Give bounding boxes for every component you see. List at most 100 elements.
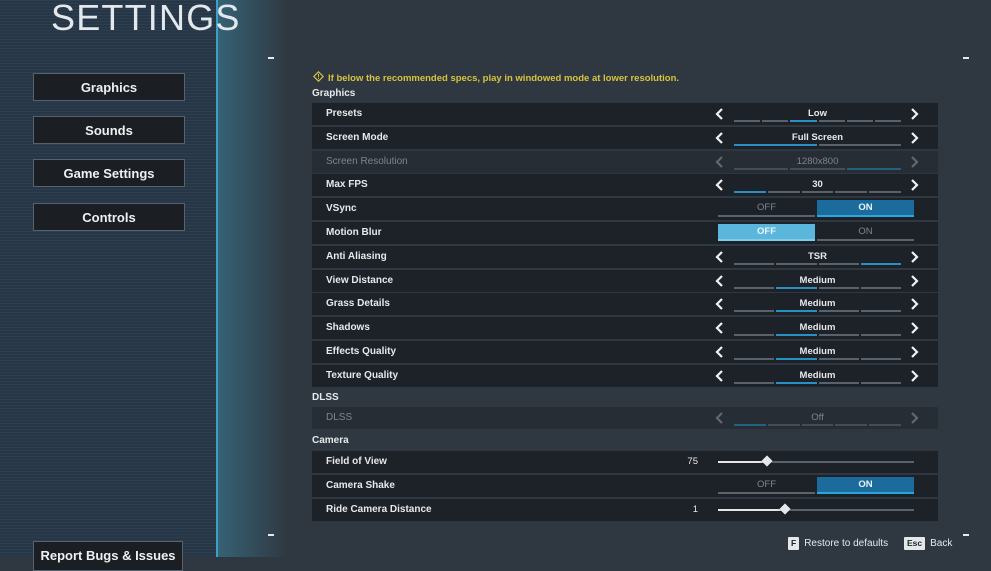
- option-segment: [767, 191, 800, 193]
- setting-row-texture-quality[interactable]: Texture Quality Medium: [312, 365, 938, 387]
- setting-row-screen-mode[interactable]: Screen Mode Full Screen: [312, 127, 938, 149]
- option-segment: [734, 168, 789, 170]
- corner-mark: [963, 534, 969, 536]
- chevron-left-icon[interactable]: [715, 321, 725, 335]
- chevron-left-icon[interactable]: [715, 250, 725, 264]
- toggle-off-button[interactable]: OFF: [718, 200, 815, 217]
- setting-row-grass-details[interactable]: Grass Details Medium: [312, 293, 938, 315]
- setting-row-dlss: DLSS Off: [312, 407, 938, 429]
- slider-handle[interactable]: [778, 503, 791, 515]
- option-segment: [874, 120, 902, 122]
- chevron-left-icon[interactable]: [715, 178, 725, 192]
- setting-label: View Distance: [326, 275, 394, 286]
- setting-label: Anti Aliasing: [326, 251, 387, 262]
- sidebar-item-sounds[interactable]: Sounds: [33, 116, 185, 144]
- option-segment: [790, 120, 817, 122]
- toggle-off-button[interactable]: OFF: [718, 224, 815, 241]
- option-segments: [734, 424, 901, 426]
- option-segment: [818, 263, 859, 265]
- fov-slider[interactable]: [718, 455, 914, 467]
- back-button[interactable]: Esc Back: [904, 537, 952, 550]
- option-segment: [818, 334, 859, 336]
- setting-label: Camera Shake: [326, 480, 395, 491]
- setting-row-max-fps[interactable]: Max FPS 30: [312, 174, 938, 196]
- ride-camera-distance-slider[interactable]: [718, 503, 914, 515]
- restore-defaults-button[interactable]: F Restore to defaults: [788, 537, 888, 550]
- setting-row-shadows[interactable]: Shadows Medium: [312, 317, 938, 339]
- setting-value: Medium: [799, 298, 836, 309]
- option-segment: [835, 191, 868, 193]
- setting-row-camera-shake: Camera Shake OFF ON: [312, 475, 938, 497]
- section-heading-graphics: Graphics: [312, 88, 356, 99]
- page-title: SETTINGS: [51, 0, 241, 38]
- slider-handle[interactable]: [761, 455, 773, 467]
- option-segment: [734, 191, 766, 193]
- option-segment: [762, 120, 789, 122]
- setting-label: Motion Blur: [326, 227, 382, 238]
- option-segment: [818, 120, 845, 122]
- chevron-left-icon[interactable]: [715, 297, 725, 311]
- chevron-right-icon: [909, 155, 919, 169]
- setting-value: Off: [811, 412, 824, 423]
- option-segment: [790, 168, 845, 170]
- option-segments: [734, 310, 901, 312]
- chevron-left-icon[interactable]: [715, 107, 725, 121]
- setting-label: Effects Quality: [326, 346, 397, 357]
- setting-row-anti-aliasing[interactable]: Anti Aliasing TSR: [312, 246, 938, 268]
- sidebar-item-game-settings[interactable]: Game Settings: [33, 159, 185, 187]
- chevron-right-icon[interactable]: [909, 369, 919, 383]
- back-label: Back: [930, 538, 953, 549]
- setting-row-presets[interactable]: Presets Low: [312, 103, 938, 125]
- setting-row-field-of-view: Field of View 75: [312, 451, 938, 473]
- option-segment: [818, 144, 901, 146]
- setting-row-effects-quality[interactable]: Effects Quality Medium: [312, 341, 938, 363]
- toggle-on-button[interactable]: ON: [817, 477, 914, 494]
- option-segment: [801, 191, 834, 193]
- option-segment: [846, 120, 873, 122]
- chevron-right-icon[interactable]: [909, 274, 919, 288]
- chevron-left-icon[interactable]: [715, 345, 725, 359]
- option-segments: [734, 168, 901, 170]
- toggle-on-button[interactable]: ON: [817, 224, 914, 241]
- setting-value: 1280x800: [796, 156, 839, 167]
- warning-diamond-icon: [312, 70, 325, 85]
- setting-label: Max FPS: [326, 179, 368, 190]
- option-segment: [776, 334, 817, 336]
- key-esc-icon: Esc: [904, 537, 926, 550]
- setting-label: Texture Quality: [326, 370, 399, 381]
- slider-value: 75: [687, 456, 698, 467]
- chevron-right-icon[interactable]: [909, 250, 919, 264]
- option-segment: [734, 382, 775, 384]
- option-segment: [734, 120, 761, 122]
- chevron-right-icon: [909, 411, 919, 425]
- setting-row-vsync: VSync OFF ON: [312, 198, 938, 220]
- sidebar-item-controls[interactable]: Controls: [33, 203, 185, 231]
- setting-row-motion-blur: Motion Blur OFF ON: [312, 222, 938, 244]
- warning-text: If below the recommended specs, play in …: [328, 72, 680, 84]
- toggle-on-button[interactable]: ON: [817, 200, 914, 217]
- option-segment: [734, 424, 766, 426]
- setting-value: 30: [812, 179, 823, 190]
- chevron-left-icon: [715, 411, 725, 425]
- toggle-off-button[interactable]: OFF: [718, 477, 815, 494]
- setting-row-view-distance[interactable]: View Distance Medium: [312, 270, 938, 292]
- chevron-right-icon[interactable]: [909, 297, 919, 311]
- sidebar-item-graphics[interactable]: Graphics: [33, 73, 185, 101]
- chevron-right-icon[interactable]: [909, 131, 919, 145]
- option-segment: [776, 287, 817, 289]
- setting-value: TSR: [808, 251, 827, 262]
- option-segment: [767, 424, 800, 426]
- section-heading-dlss: DLSS: [312, 392, 339, 403]
- chevron-right-icon[interactable]: [909, 345, 919, 359]
- chevron-left-icon[interactable]: [715, 131, 725, 145]
- report-bugs-button[interactable]: Report Bugs & Issues: [33, 541, 183, 571]
- chevron-left-icon[interactable]: [715, 274, 725, 288]
- option-segment: [734, 263, 775, 265]
- option-segments: [734, 263, 901, 265]
- chevron-right-icon[interactable]: [909, 321, 919, 335]
- chevron-right-icon[interactable]: [909, 178, 919, 192]
- chevron-right-icon[interactable]: [909, 107, 919, 121]
- chevron-left-icon[interactable]: [715, 369, 725, 383]
- setting-value: Medium: [799, 275, 836, 286]
- warning-message: If below the recommended specs, play in …: [312, 70, 680, 85]
